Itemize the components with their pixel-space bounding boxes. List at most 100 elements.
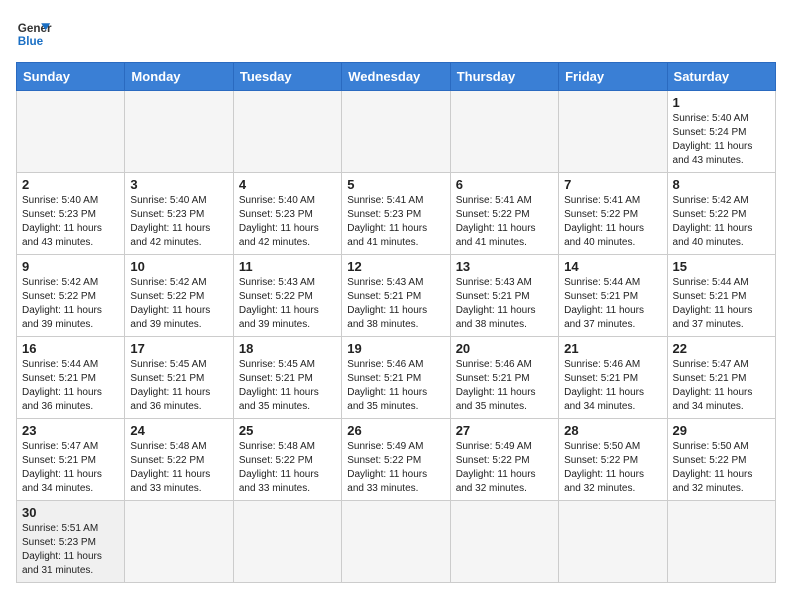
- calendar-row: 9 Sunrise: 5:42 AM Sunset: 5:22 PM Daylig…: [17, 255, 776, 337]
- day-info: Sunrise: 5:44 AM Sunset: 5:21 PM Dayligh…: [564, 276, 661, 332]
- calendar-cell: 29Sunrise: 5:50 AM Sunset: 5:22 PM Dayli…: [667, 419, 775, 501]
- day-number: 28: [564, 423, 661, 438]
- day-number: 17: [130, 341, 227, 356]
- day-number: 25: [239, 423, 336, 438]
- weekday-header-thursday: Thursday: [450, 63, 558, 91]
- day-info: Sunrise: 5:40 AM Sunset: 5:24 PM Dayligh…: [673, 112, 770, 168]
- day-info: Sunrise: 5:45 AM Sunset: 5:21 PM Dayligh…: [130, 358, 227, 414]
- day-number: 1: [673, 95, 770, 110]
- day-number: 11: [239, 259, 336, 274]
- calendar-cell: 22 Sunrise: 5:47 AM Sunset: 5:21 PM Dayli…: [667, 337, 775, 419]
- calendar-row: 23 Sunrise: 5:47 AM Sunset: 5:21 PM Dayli…: [17, 419, 776, 501]
- calendar-cell: [125, 501, 233, 583]
- calendar-row: 1 Sunrise: 5:40 AM Sunset: 5:24 PM Daylig…: [17, 91, 776, 173]
- calendar-cell: 8Sunrise: 5:42 AM Sunset: 5:22 PM Daylig…: [667, 173, 775, 255]
- calendar-cell: 4Sunrise: 5:40 AM Sunset: 5:23 PM Daylig…: [233, 173, 341, 255]
- calendar-cell: 28 Sunrise: 5:50 AM Sunset: 5:22 PM Dayli…: [559, 419, 667, 501]
- day-info: Sunrise: 5:50 AM Sunset: 5:22 PM Dayligh…: [673, 440, 770, 496]
- calendar-cell: 26Sunrise: 5:49 AM Sunset: 5:22 PM Dayli…: [342, 419, 450, 501]
- calendar-table: SundayMondayTuesdayWednesdayThursdayFrid…: [16, 62, 776, 583]
- calendar-cell: [233, 91, 341, 173]
- day-info: Sunrise: 5:44 AM Sunset: 5:21 PM Dayligh…: [22, 358, 119, 414]
- day-number: 14: [564, 259, 661, 274]
- calendar-cell: 15 Sunrise: 5:44 AM Sunset: 5:21 PM Dayli…: [667, 255, 775, 337]
- weekday-header-friday: Friday: [559, 63, 667, 91]
- calendar-cell: 12Sunrise: 5:43 AM Sunset: 5:21 PM Dayli…: [342, 255, 450, 337]
- logo: General Blue: [16, 16, 52, 52]
- calendar-cell: 19 Sunrise: 5:46 AM Sunset: 5:21 PM Dayli…: [342, 337, 450, 419]
- day-number: 26: [347, 423, 444, 438]
- calendar-cell: 23 Sunrise: 5:47 AM Sunset: 5:21 PM Dayli…: [17, 419, 125, 501]
- logo-icon: General Blue: [16, 16, 52, 52]
- day-info: Sunrise: 5:40 AM Sunset: 5:23 PM Dayligh…: [22, 194, 119, 250]
- calendar-cell: 21Sunrise: 5:46 AM Sunset: 5:21 PM Dayli…: [559, 337, 667, 419]
- day-number: 5: [347, 177, 444, 192]
- day-info: Sunrise: 5:43 AM Sunset: 5:21 PM Dayligh…: [456, 276, 553, 332]
- day-info: Sunrise: 5:47 AM Sunset: 5:21 PM Dayligh…: [673, 358, 770, 414]
- day-number: 16: [22, 341, 119, 356]
- day-number: 27: [456, 423, 553, 438]
- day-info: Sunrise: 5:46 AM Sunset: 5:21 PM Dayligh…: [564, 358, 661, 414]
- day-info: Sunrise: 5:44 AM Sunset: 5:21 PM Dayligh…: [673, 276, 770, 332]
- weekday-header-sunday: Sunday: [17, 63, 125, 91]
- calendar-cell: [342, 91, 450, 173]
- weekday-header-tuesday: Tuesday: [233, 63, 341, 91]
- calendar-row: 30Sunrise: 5:51 AM Sunset: 5:23 PM Dayli…: [17, 501, 776, 583]
- calendar-cell: 6 Sunrise: 5:41 AM Sunset: 5:22 PM Daylig…: [450, 173, 558, 255]
- day-info: Sunrise: 5:47 AM Sunset: 5:21 PM Dayligh…: [22, 440, 119, 496]
- day-info: Sunrise: 5:46 AM Sunset: 5:21 PM Dayligh…: [456, 358, 553, 414]
- day-info: Sunrise: 5:46 AM Sunset: 5:21 PM Dayligh…: [347, 358, 444, 414]
- day-info: Sunrise: 5:42 AM Sunset: 5:22 PM Dayligh…: [22, 276, 119, 332]
- calendar-cell: 7 Sunrise: 5:41 AM Sunset: 5:22 PM Daylig…: [559, 173, 667, 255]
- day-number: 19: [347, 341, 444, 356]
- day-info: Sunrise: 5:42 AM Sunset: 5:22 PM Dayligh…: [673, 194, 770, 250]
- day-info: Sunrise: 5:49 AM Sunset: 5:22 PM Dayligh…: [456, 440, 553, 496]
- weekday-header-saturday: Saturday: [667, 63, 775, 91]
- day-number: 23: [22, 423, 119, 438]
- day-info: Sunrise: 5:41 AM Sunset: 5:22 PM Dayligh…: [456, 194, 553, 250]
- day-number: 7: [564, 177, 661, 192]
- calendar-cell: [342, 501, 450, 583]
- calendar-cell: [450, 501, 558, 583]
- day-number: 4: [239, 177, 336, 192]
- day-number: 20: [456, 341, 553, 356]
- day-number: 6: [456, 177, 553, 192]
- header: General Blue: [16, 16, 776, 52]
- calendar-cell: [17, 91, 125, 173]
- day-info: Sunrise: 5:43 AM Sunset: 5:21 PM Dayligh…: [347, 276, 444, 332]
- weekday-header-monday: Monday: [125, 63, 233, 91]
- calendar-cell: [450, 91, 558, 173]
- calendar-cell: 5Sunrise: 5:41 AM Sunset: 5:23 PM Daylig…: [342, 173, 450, 255]
- day-number: 3: [130, 177, 227, 192]
- calendar-cell: 30Sunrise: 5:51 AM Sunset: 5:23 PM Dayli…: [17, 501, 125, 583]
- calendar-cell: 20 Sunrise: 5:46 AM Sunset: 5:21 PM Dayli…: [450, 337, 558, 419]
- svg-text:Blue: Blue: [18, 35, 44, 48]
- calendar-cell: 1 Sunrise: 5:40 AM Sunset: 5:24 PM Daylig…: [667, 91, 775, 173]
- day-info: Sunrise: 5:43 AM Sunset: 5:22 PM Dayligh…: [239, 276, 336, 332]
- calendar-row: 16 Sunrise: 5:44 AM Sunset: 5:21 PM Dayli…: [17, 337, 776, 419]
- calendar-cell: [125, 91, 233, 173]
- calendar-cell: [559, 501, 667, 583]
- calendar-cell: 9 Sunrise: 5:42 AM Sunset: 5:22 PM Daylig…: [17, 255, 125, 337]
- calendar-cell: 17 Sunrise: 5:45 AM Sunset: 5:21 PM Dayli…: [125, 337, 233, 419]
- calendar-cell: [233, 501, 341, 583]
- weekday-header-row: SundayMondayTuesdayWednesdayThursdayFrid…: [17, 63, 776, 91]
- day-info: Sunrise: 5:41 AM Sunset: 5:22 PM Dayligh…: [564, 194, 661, 250]
- day-info: Sunrise: 5:48 AM Sunset: 5:22 PM Dayligh…: [130, 440, 227, 496]
- calendar-cell: 14 Sunrise: 5:44 AM Sunset: 5:21 PM Dayli…: [559, 255, 667, 337]
- weekday-header-wednesday: Wednesday: [342, 63, 450, 91]
- calendar-cell: 3 Sunrise: 5:40 AM Sunset: 5:23 PM Daylig…: [125, 173, 233, 255]
- day-info: Sunrise: 5:42 AM Sunset: 5:22 PM Dayligh…: [130, 276, 227, 332]
- day-info: Sunrise: 5:51 AM Sunset: 5:23 PM Dayligh…: [22, 522, 119, 578]
- calendar-cell: 18 Sunrise: 5:45 AM Sunset: 5:21 PM Dayli…: [233, 337, 341, 419]
- day-number: 15: [673, 259, 770, 274]
- calendar-cell: 25Sunrise: 5:48 AM Sunset: 5:22 PM Dayli…: [233, 419, 341, 501]
- day-info: Sunrise: 5:40 AM Sunset: 5:23 PM Dayligh…: [130, 194, 227, 250]
- day-number: 9: [22, 259, 119, 274]
- day-number: 13: [456, 259, 553, 274]
- day-number: 18: [239, 341, 336, 356]
- day-info: Sunrise: 5:45 AM Sunset: 5:21 PM Dayligh…: [239, 358, 336, 414]
- day-info: Sunrise: 5:50 AM Sunset: 5:22 PM Dayligh…: [564, 440, 661, 496]
- day-number: 22: [673, 341, 770, 356]
- calendar-cell: [667, 501, 775, 583]
